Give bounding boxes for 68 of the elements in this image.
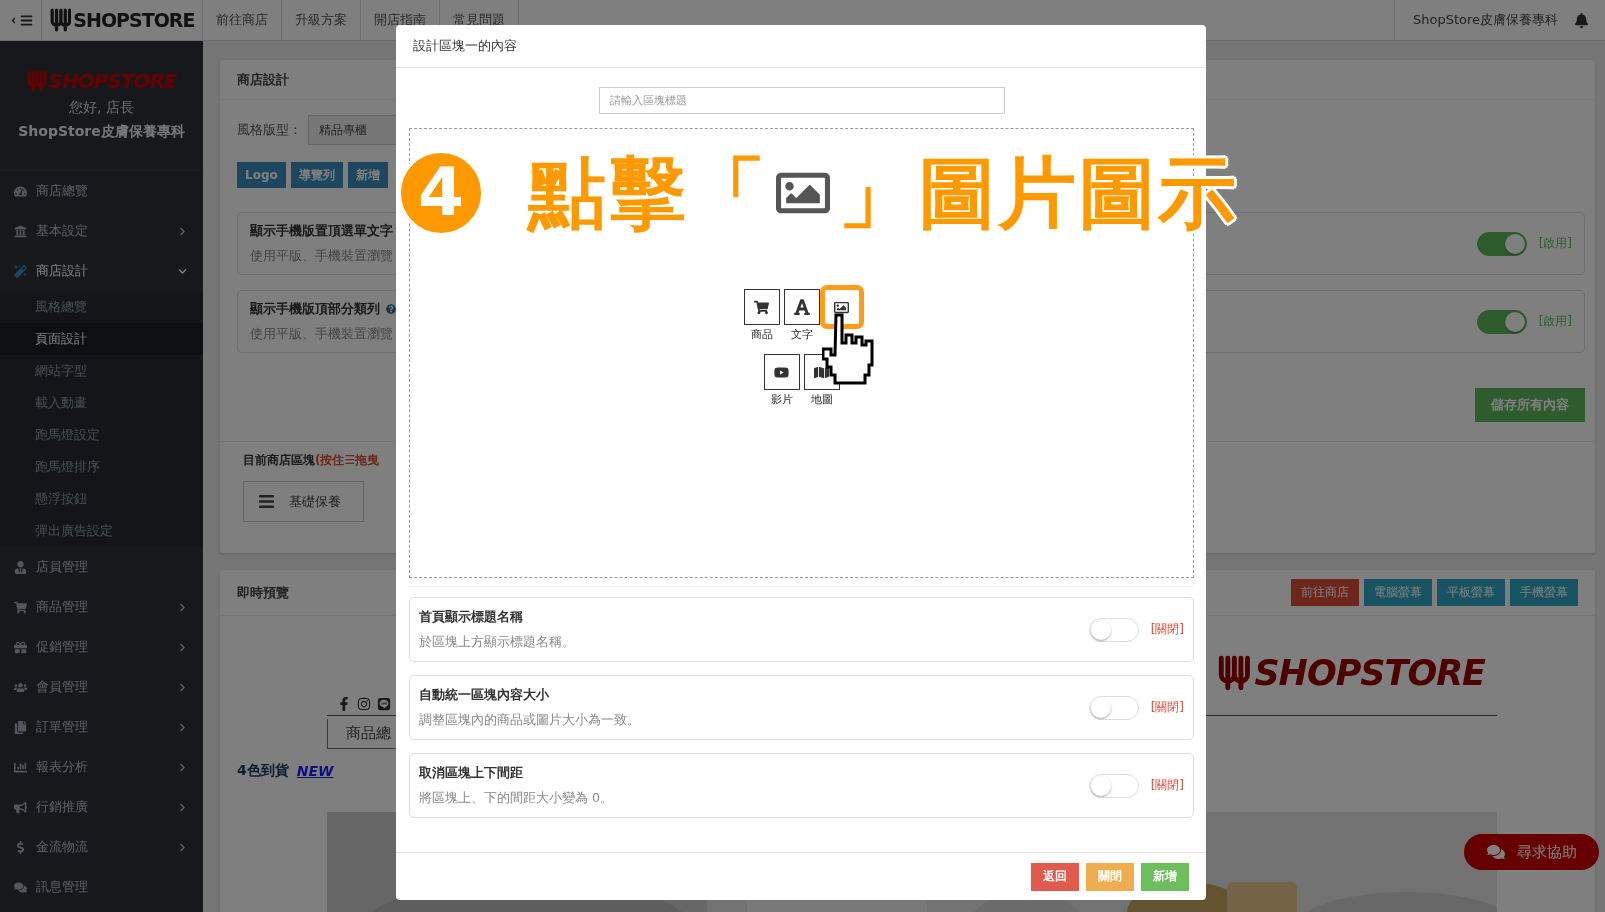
help-button[interactable]: 尋求協助 (1464, 834, 1599, 870)
logo-text: SHOPSTORE (1254, 653, 1485, 693)
sidebar-item[interactable]: 訂單管理 (0, 707, 203, 747)
store-name[interactable]: ShopStore皮膚保養專科 (1393, 0, 1574, 40)
sidebar-item[interactable]: 行銷推廣 (0, 787, 203, 827)
option-description: 於區塊上方顯示標題名稱。 (419, 634, 575, 651)
toggle-status: [啟用] (1538, 235, 1572, 252)
setting-title: 顯示手機版頂部分類列 (250, 300, 380, 318)
option-title: 首頁顯示標題名稱 (419, 608, 523, 626)
greeting-text: 您好, 店長 (69, 99, 134, 117)
setting-description: 使用平版、手機裝置瀏覽 (250, 248, 393, 265)
option-description: 將區塊上、下的間距大小變為 0。 (419, 790, 613, 807)
content-type-label: 商品 (750, 327, 773, 342)
nav-link[interactable]: 前往商店 (203, 0, 282, 40)
nav-link[interactable]: 升級方案 (282, 0, 361, 40)
logo-text: SHOPSTORE (48, 69, 177, 93)
blocks-label: 目前商店區塊(按住☰拖曳 (243, 452, 381, 469)
option-title: 自動統一區塊內容大小 (419, 686, 549, 704)
annotation-text: 」圖片圖示 (838, 154, 1238, 232)
section-button[interactable]: Logo (237, 162, 286, 188)
panel-title: 即時預覽 (237, 583, 289, 602)
block-item[interactable]: 基礎保養 (243, 481, 364, 522)
setting-title: 顯示手機版置頂選單文字 (250, 222, 393, 240)
footer-button[interactable]: 關閉 (1086, 862, 1134, 891)
sidebar-item[interactable]: 店員管理 (0, 547, 203, 587)
save-button[interactable]: 儲存所有內容 (1475, 388, 1585, 422)
sidebar-subitem[interactable]: 風格總覽 (0, 291, 203, 323)
sidebar-item[interactable]: 商店總覽 (0, 171, 203, 211)
footer-button[interactable]: 新增 (1141, 862, 1189, 891)
content-type-label: 文字 (790, 327, 813, 342)
sidebar-item[interactable]: 基本設定 (0, 211, 203, 251)
new-link[interactable]: NEW (296, 763, 334, 779)
footer-button[interactable]: 返回 (1031, 862, 1079, 891)
preview-button[interactable]: 前往商店 (1291, 579, 1359, 606)
title-input[interactable]: 請輸入區塊標題 (598, 87, 1005, 114)
sidebar-item[interactable]: 金流物流 (0, 827, 203, 867)
sidebar-subitem[interactable]: 跑馬燈排序 (0, 451, 203, 483)
toggle-status: [啟用] (1538, 313, 1572, 330)
preview-button[interactable]: 手機螢幕 (1510, 579, 1578, 606)
toggle-status: [關閉] (1150, 699, 1184, 716)
option-title: 取消區塊上下間距 (419, 764, 523, 782)
content-type-label: 地圖 (810, 392, 833, 407)
sidebar-subitem[interactable]: 懸浮按鈕 (0, 483, 203, 515)
toggle-status: [關閉] (1150, 621, 1184, 638)
section-button[interactable]: 新增 (347, 162, 388, 188)
preview-button[interactable]: 電腦螢幕 (1364, 579, 1432, 606)
store-name: ShopStore皮膚保養專科 (18, 123, 185, 141)
setting-description: 使用平版、手機裝置瀏覽 (250, 326, 393, 343)
modal-title: 設計區塊一的內容 (413, 37, 517, 55)
sidebar-item[interactable]: 訊息管理 (0, 867, 203, 907)
sidebar-subitem[interactable]: 網站字型 (0, 355, 203, 387)
sidebar-item[interactable]: 促銷管理 (0, 627, 203, 667)
preview-button[interactable]: 平板螢幕 (1437, 579, 1505, 606)
panel-title: 商店設計 (237, 70, 289, 89)
logo-text: SHOPSTORE (73, 9, 195, 31)
sidebar-subitem[interactable]: 跑馬燈設定 (0, 419, 203, 451)
sidebar-item[interactable]: 商店設計 (0, 251, 203, 291)
content-type-label: 影片 (770, 392, 793, 407)
annotation-text: 點擊「 (528, 154, 768, 232)
sidebar-item[interactable]: 會員管理 (0, 667, 203, 707)
sidebar-item[interactable]: 報表分析 (0, 747, 203, 787)
toggle-status: [關閉] (1150, 777, 1184, 794)
style-select[interactable]: 精品專櫃 (308, 115, 398, 145)
headline-text: 4色到貨 (237, 762, 289, 780)
sidebar-subitem[interactable]: 頁面設計 (0, 323, 203, 355)
sidebar-item[interactable]: 商品管理 (0, 587, 203, 627)
field-label: 風格版型： (237, 121, 302, 139)
section-button[interactable]: 導覽列 (290, 162, 343, 188)
